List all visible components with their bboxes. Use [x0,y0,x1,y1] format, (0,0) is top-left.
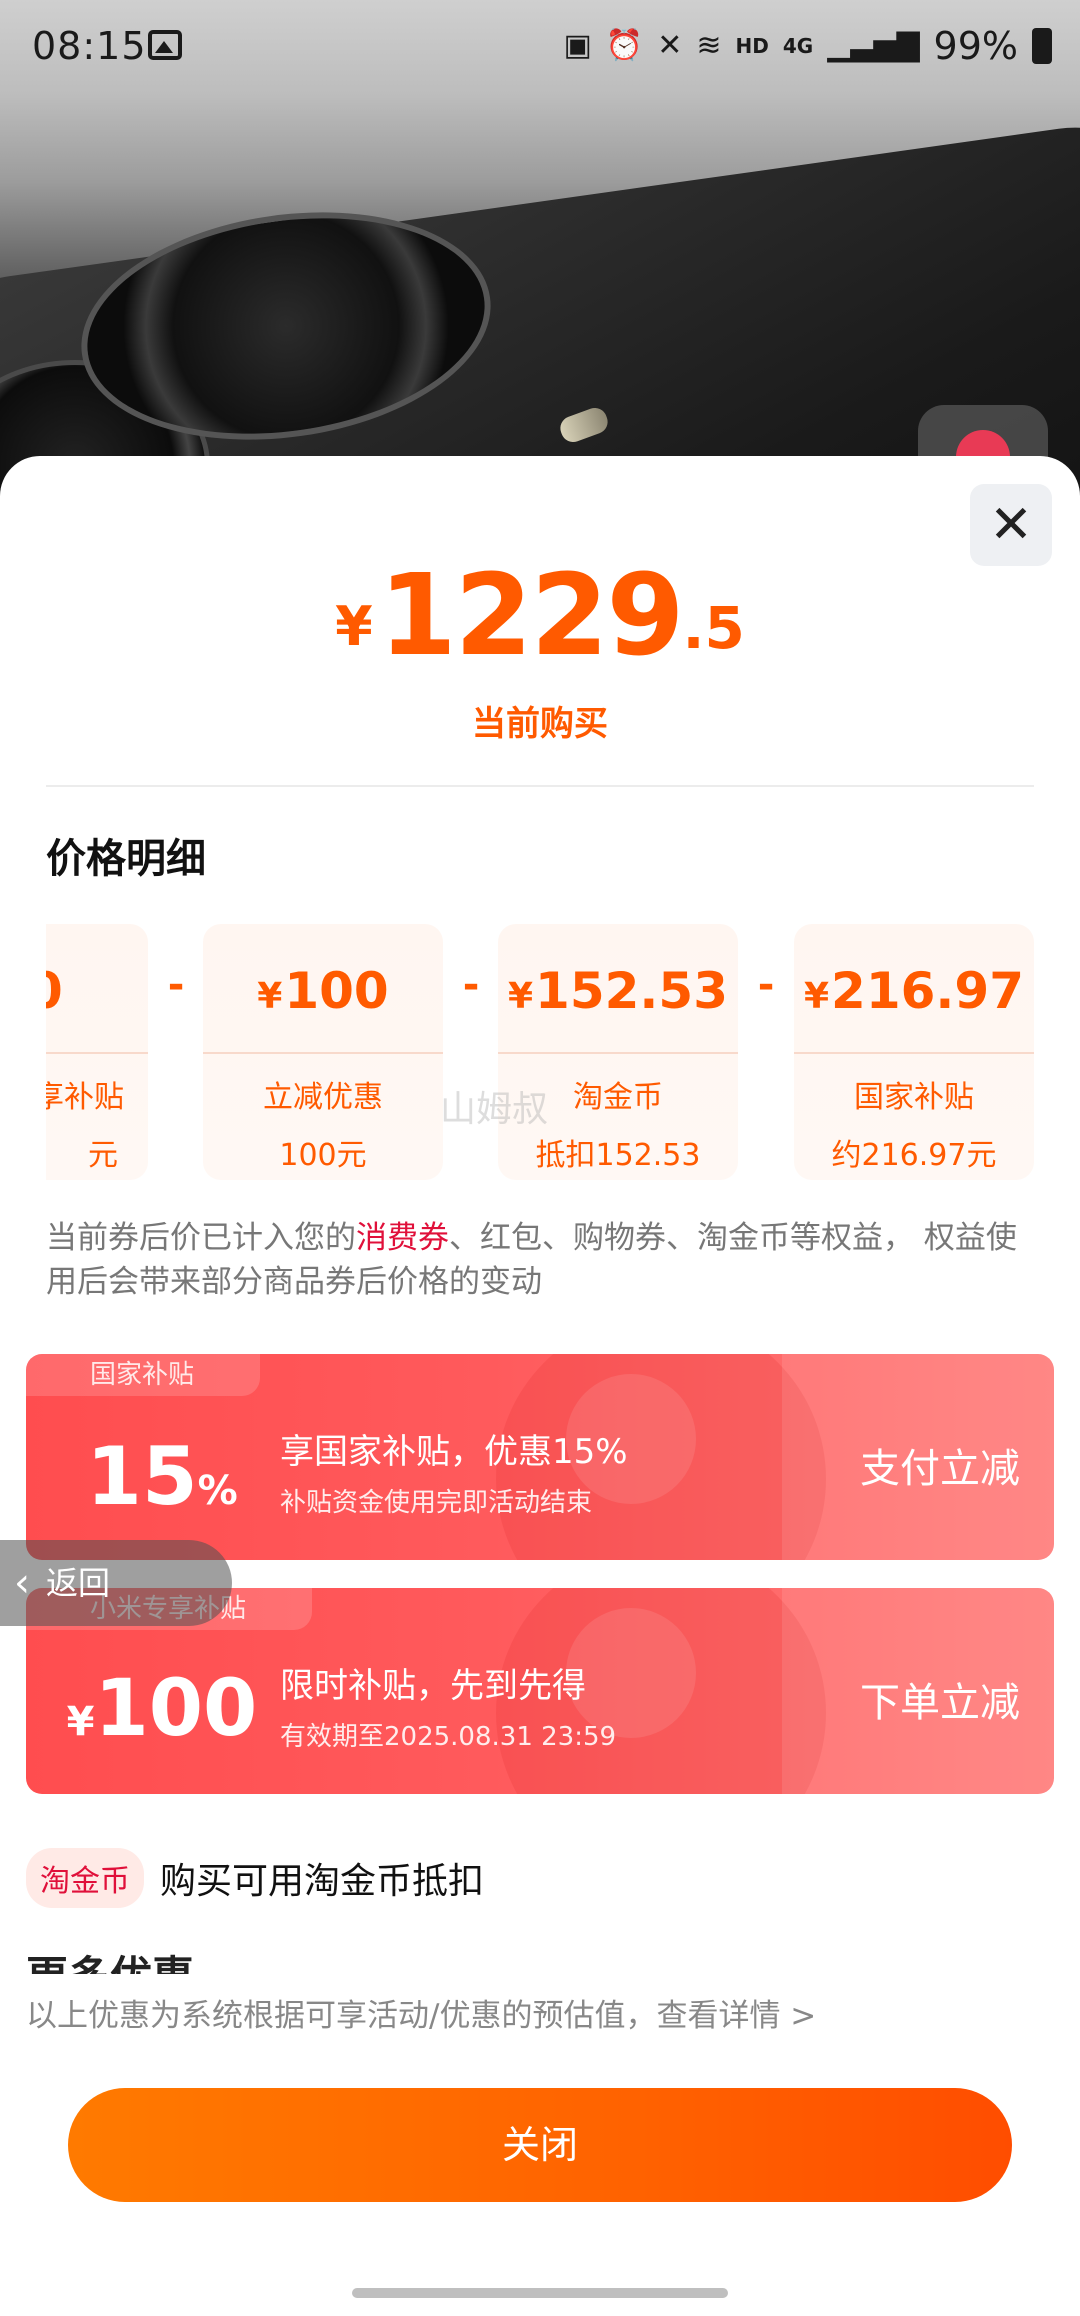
battery-percentage: 99% [933,24,1018,68]
price-label: 当前购买 [472,704,608,744]
card-label: 国家补贴 [854,1080,974,1115]
card-amount: ¥216.97 [794,924,1034,1054]
close-icon[interactable]: ✕ [970,484,1052,566]
price-currency: ¥ [335,595,373,658]
breakdown-card: ¥100 立减优惠 100元 [203,924,443,1180]
card-amount: ¥100 [203,924,443,1054]
wifi-icon: ≋ [696,28,722,63]
breakdown-card: 00 享补贴 元 [46,924,148,1180]
price-note: 当前券后价已计入您的消费券、红包、购物券、淘金币等权益， 权益使用后会带来部分商… [46,1220,1017,1300]
status-bar: 08:15 ▣ ⏰ ✕ ≋ HD 4G ▁▃▅▇ 99% [0,0,1080,96]
coupon-highlight[interactable]: 消费券 [356,1220,449,1256]
card-label: 享补贴 [46,1080,124,1115]
home-indicator[interactable] [352,2288,728,2298]
back-label: 返回 [46,1564,111,1602]
status-time: 08:15 [32,24,147,68]
card-amount: 00 [46,924,148,1054]
coupon-action: 支付立减 [860,1446,1020,1492]
battery-saver-icon: ▣ [563,28,592,63]
close-button[interactable]: 关闭 [68,2088,1012,2202]
breakdown-card: ¥216.97 国家补贴 约216.97元 [794,924,1034,1180]
card-label: 立减优惠 [263,1080,383,1115]
price-decimal: .5 [682,594,745,662]
mute-icon: ✕ [657,28,683,63]
battery-icon [1032,28,1052,64]
coupon-title: 享国家补贴，优惠15% [280,1432,628,1472]
partial-heading: 更多优惠 [26,1950,626,1975]
signal-icon: ▁▃▅▇ [827,28,920,63]
coin-tag: 淘金币 [26,1848,144,1908]
divider [46,785,1034,787]
card-sublabel: 约216.97元 [831,1138,997,1173]
section-title: 价格明细 [46,836,206,882]
signal-type-label: 4G [782,34,814,58]
coupon-action: 下单立减 [860,1680,1020,1726]
card-amount: ¥152.53 [498,924,738,1054]
coin-row: 淘金币 购买可用淘金币抵扣 [26,1848,484,1908]
minus-sign: - [167,962,185,1008]
price-breakdown-scroller[interactable]: 00 享补贴 元 - ¥100 立减优惠 100元 - ¥152.53 淘金币 … [46,924,1034,1180]
status-icons: ▣ ⏰ ✕ ≋ HD 4G ▁▃▅▇ 99% [564,24,1052,68]
breakdown-card: ¥152.53 淘金币 抵扣152.53 [498,924,738,1180]
coupon-value: 15% [86,1430,238,1523]
alarm-icon: ⏰ [605,28,644,63]
minus-sign: - [757,962,775,1008]
card-sublabel: 100元 [279,1138,367,1173]
current-price: ¥ 1229 .5 [0,560,1080,672]
coupon-subtitle: 补贴资金使用完即活动结束 [280,1488,593,1518]
watermark: 山姆叔 [440,1089,549,1130]
chevron-left-icon: ‹ [14,1560,30,1606]
hd-label: HD [735,34,769,58]
coin-text: 购买可用淘金币抵扣 [160,1861,485,1902]
disclaimer-link[interactable]: 以上优惠为系统根据可享活动/优惠的预估值，查看详情 > [26,1990,816,2035]
coupon-national-subsidy[interactable]: 国家补贴 15% 享国家补贴，优惠15% 补贴资金使用完即活动结束 支付立减 [26,1354,1054,1560]
coupon-subtitle: 有效期至2025.08.31 23:59 [280,1722,617,1752]
coupon-tag: 国家补贴 [26,1354,261,1396]
back-button[interactable]: ‹ 返回 [0,1540,232,1626]
price-integer: 1229 [378,551,685,681]
coupon-title: 限时补贴，先到先得 [280,1666,586,1706]
gallery-notification-icon [148,30,182,60]
coupon-value: ¥100 [66,1664,258,1754]
minus-sign: - [462,962,480,1008]
card-sublabel: 抵扣152.53 [535,1138,701,1173]
card-sublabel: 元 [88,1138,118,1173]
